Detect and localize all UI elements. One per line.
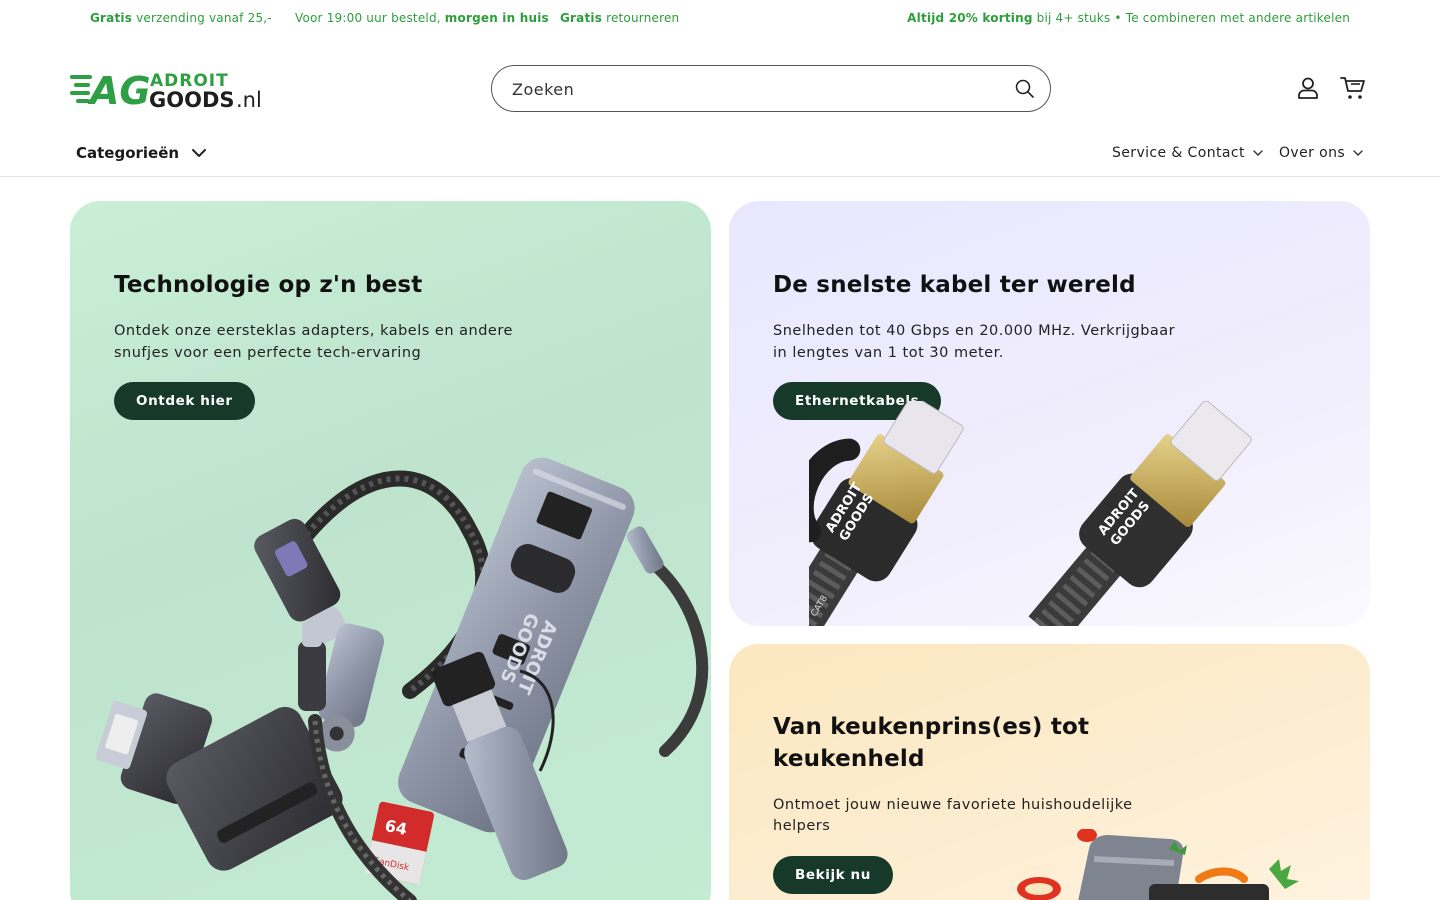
ethernet-cables-image: ADROIT GOODS CAT8 ADROIT GOODS [809,401,1252,626]
announcement-bar: Gratis verzending vanaf 25,- Voor 19:00 … [0,0,1440,38]
card-text-line: snufjes voor een perfecte tech-ervaring [114,345,422,361]
announcement-bold: Altijd 20% korting [907,11,1033,25]
logo-monogram: AG [87,69,151,109]
site-logo[interactable]: AG ADROIT GOODS .nl [70,69,292,113]
chevron-down-icon [192,149,207,157]
card-text-line: Ontdek onze eersteklas adapters, kabels … [114,323,513,339]
card-text-line: Ontmoet jouw nieuwe favoriete huishoudel… [773,797,1133,813]
announcement-text: retourneren [602,11,680,25]
promo-card-kitchen[interactable]: Van keukenprins(es) tot keukenheld Ontmo… [729,644,1370,900]
announcement-bold: Gratis [560,11,603,25]
account-icon[interactable] [1295,75,1321,101]
announcement-bold: Gratis [90,11,133,25]
view-now-button[interactable]: Bekijk nu [773,856,893,894]
search-input[interactable] [512,76,992,102]
announcement-free-returns: Gratis retourneren [560,11,679,25]
announcement-text: bij 4+ stuks • Te combineren met andere … [1032,11,1350,25]
header-divider [0,176,1440,177]
search-bar [491,65,1051,112]
nav-service-contact[interactable]: Service & Contact [1112,143,1263,163]
card-text-line: in lengtes van 1 tot 30 meter. [773,345,1004,361]
announcement-discount: Altijd 20% korting bij 4+ stuks • Te com… [907,11,1350,25]
nav-service-label: Service & Contact [1112,145,1245,161]
nav-about[interactable]: Over ons [1279,143,1363,163]
card-title: De snelste kabel ter wereld [773,272,1136,298]
promo-card-ethernet[interactable]: De snelste kabel ter wereld Snelheden to… [729,201,1370,626]
logo-bottom-text: GOODS [149,88,235,109]
card-title-line: keukenheld [773,746,925,772]
announcement-bold: morgen in huis [444,11,549,25]
announcement-text: verzending vanaf 25,- [132,11,272,25]
search-icon[interactable] [1014,78,1036,100]
chevron-down-icon [1353,150,1363,156]
card-text-line: Snelheden tot 40 Gbps en 20.000 MHz. Ver… [773,323,1176,339]
announcement-free-shipping: Gratis verzending vanaf 25,- [90,11,272,25]
discover-button[interactable]: Ontdek hier [114,382,255,420]
tech-products-image: ADROIT GOODS 64 SanDisk [95,457,709,900]
promo-card-technology[interactable]: Technologie op z'n best Ontdek onze eers… [70,201,711,900]
cart-icon[interactable] [1339,75,1367,101]
logo-tld-text: .nl [236,88,262,109]
chevron-down-icon [1253,150,1263,156]
card-text-line: helpers [773,818,831,834]
categories-menu[interactable]: Categorieën [76,142,207,164]
kitchen-products-image [1017,829,1299,900]
nav-about-label: Over ons [1279,145,1346,161]
announcement-text: Voor 19:00 uur besteld, [295,11,445,25]
announcement-next-day: Voor 19:00 uur besteld, morgen in huis [295,11,549,25]
card-title-line: Van keukenprins(es) tot [773,714,1090,740]
card-title: Technologie op z'n best [114,272,423,298]
categories-label: Categorieën [76,144,180,162]
